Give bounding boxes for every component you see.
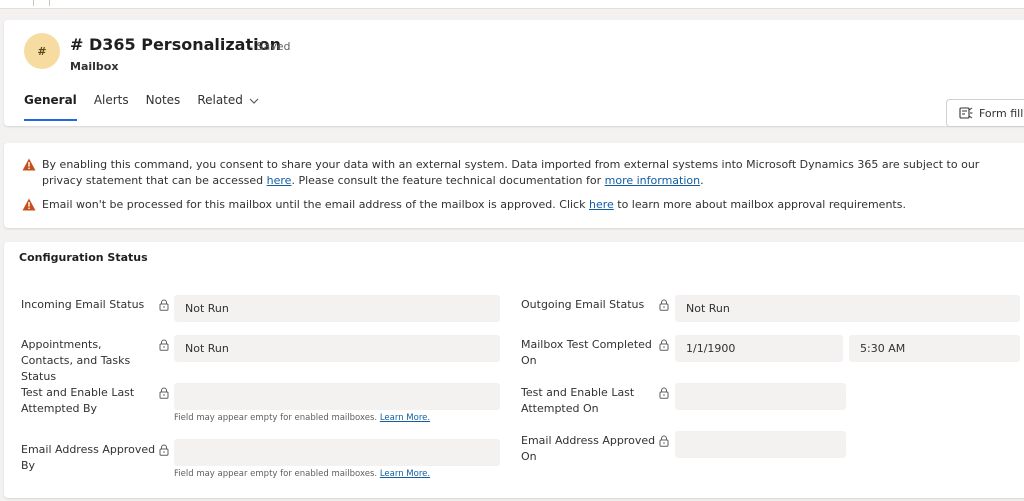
divider	[33, 0, 34, 6]
record-header: # # D365 Personalization - Saved Mailbox…	[4, 20, 1024, 127]
mailbox-test-time-field[interactable]: 5:30 AM	[849, 335, 1020, 362]
tab-label: Related	[197, 93, 243, 107]
mailbox-test-date-field[interactable]: 1/1/1900	[675, 335, 843, 362]
tab-alerts[interactable]: Alerts	[94, 91, 129, 121]
tab-related[interactable]: Related	[197, 91, 259, 121]
privacy-here-link[interactable]: here	[267, 174, 292, 187]
email-approved-on-field[interactable]	[675, 431, 846, 458]
outgoing-email-status-field[interactable]: Not Run	[675, 295, 1020, 322]
notice-text-part: Email won't be processed for this mailbo…	[42, 198, 589, 211]
tab-bar: General Alerts Notes Related	[24, 91, 276, 121]
appointments-status-label: Appointments, Contacts, and Tasks Status	[21, 338, 131, 383]
incoming-email-status-label: Incoming Email Status	[21, 298, 145, 311]
test-enable-attempted-by-field[interactable]	[174, 383, 500, 410]
tab-label: Alerts	[93, 93, 129, 107]
form-fill-button[interactable]: Form fill	[946, 99, 1024, 127]
tab-label: General	[24, 93, 77, 107]
hint-text: Field may appear empty for enabled mailb…	[174, 469, 378, 479]
notice-text-part: to learn more about mailbox approval req…	[613, 198, 906, 211]
record-avatar: #	[24, 33, 60, 69]
form-fill-label: Form fill	[979, 106, 1024, 120]
warning-icon	[22, 158, 36, 171]
empty-field-hint: Field may appear empty for enabled mailb…	[174, 469, 430, 479]
top-command-strip	[0, 0, 1024, 9]
approval-notice: Email won't be processed for this mailbo…	[22, 197, 1012, 213]
entity-name: Mailbox	[70, 60, 119, 73]
learn-more-link[interactable]: Learn More.	[380, 413, 430, 423]
tab-label: Notes	[145, 93, 181, 107]
divider	[49, 0, 50, 6]
email-approved-on-label: Email Address Approved On	[521, 434, 656, 463]
tab-general[interactable]: General	[24, 91, 77, 121]
lock-icon	[659, 299, 669, 311]
notice-text: By enabling this command, you consent to…	[42, 157, 1012, 189]
warning-icon	[22, 198, 36, 211]
tab-notes[interactable]: Notes	[146, 91, 181, 121]
lock-icon	[659, 339, 669, 351]
lock-icon	[159, 387, 169, 399]
chevron-down-icon	[249, 98, 259, 104]
lock-icon	[159, 444, 169, 456]
configuration-status-section: Configuration Status Incoming Email Stat…	[4, 242, 1024, 498]
notice-text-part: .	[700, 174, 704, 187]
notice-text-part: . Please consult the feature technical d…	[291, 174, 605, 187]
more-information-link[interactable]: more information	[605, 174, 700, 187]
lock-icon	[659, 435, 669, 447]
form-fill-icon	[959, 107, 973, 119]
outgoing-email-status-label: Outgoing Email Status	[521, 298, 645, 311]
learn-more-link[interactable]: Learn More.	[380, 469, 430, 479]
empty-field-hint: Field may appear empty for enabled mailb…	[174, 413, 430, 423]
test-enable-attempted-by-label: Test and Enable Last Attempted By	[21, 386, 135, 415]
lock-icon	[159, 299, 169, 311]
test-enable-attempted-on-label: Test and Enable Last Attempted On	[521, 386, 635, 415]
section-title: Configuration Status	[19, 251, 148, 264]
consent-notice: By enabling this command, you consent to…	[22, 157, 1012, 189]
notice-text: Email won't be processed for this mailbo…	[42, 197, 1012, 213]
lock-icon	[659, 387, 669, 399]
notification-panel: By enabling this command, you consent to…	[4, 143, 1024, 228]
hint-text: Field may appear empty for enabled mailb…	[174, 413, 378, 423]
test-enable-attempted-on-field[interactable]	[675, 383, 846, 410]
approval-here-link[interactable]: here	[589, 198, 614, 211]
appointments-status-field[interactable]: Not Run	[174, 335, 500, 362]
save-status: - Saved	[249, 40, 291, 53]
mailbox-test-completed-label: Mailbox Test Completed On	[521, 338, 652, 367]
lock-icon	[159, 339, 169, 351]
incoming-email-status-field[interactable]: Not Run	[174, 295, 500, 322]
email-approved-by-field[interactable]	[174, 439, 500, 466]
email-approved-by-label: Email Address Approved By	[21, 443, 156, 472]
